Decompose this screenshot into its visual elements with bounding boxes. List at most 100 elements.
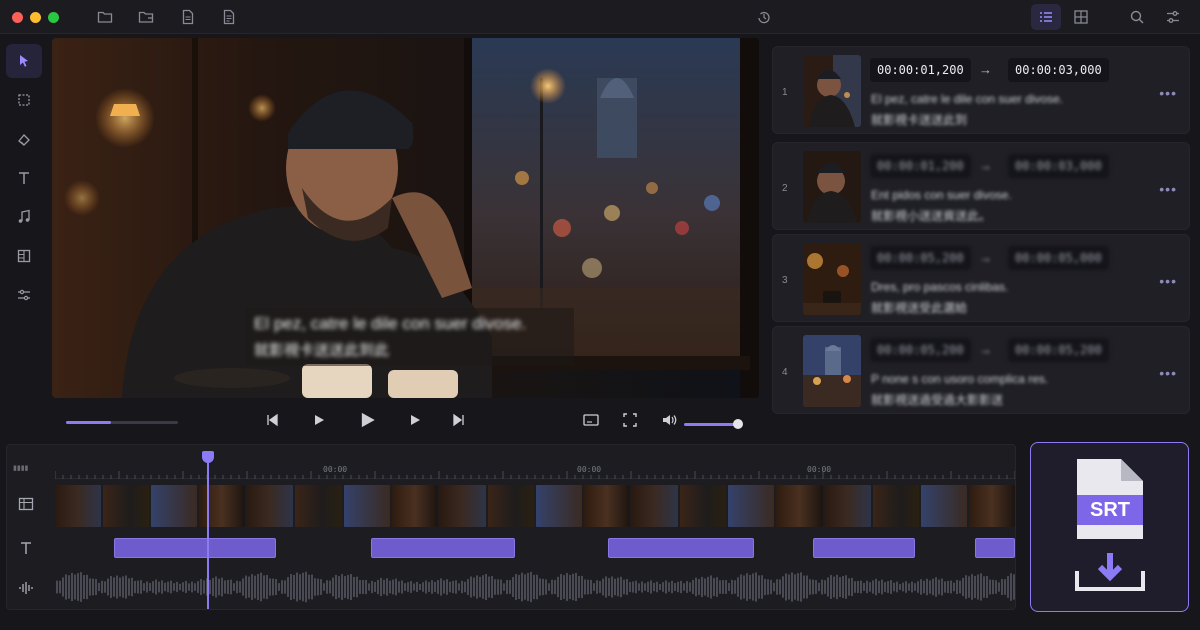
filmstrip-frame bbox=[55, 485, 102, 527]
subtitle-clip[interactable] bbox=[813, 538, 915, 558]
fullscreen-icon[interactable] bbox=[623, 413, 637, 427]
playhead[interactable] bbox=[202, 451, 214, 609]
audio-waveform[interactable] bbox=[55, 567, 1015, 607]
play-icon[interactable] bbox=[358, 411, 376, 429]
maximize-window-button[interactable] bbox=[48, 12, 59, 23]
document-text-icon[interactable] bbox=[221, 9, 237, 25]
select-tool-icon bbox=[20, 55, 28, 67]
text-tool[interactable] bbox=[6, 161, 42, 195]
list-view-icon bbox=[1040, 12, 1052, 22]
subtitle-text-line2[interactable]: 就影視卡送送此到 bbox=[871, 111, 967, 128]
subtitle-text-line1[interactable]: P none s con usoro complica res. bbox=[871, 372, 1048, 386]
video-preview[interactable]: El pez, catre le dile con suer divose. 就… bbox=[52, 38, 759, 398]
playback-progress[interactable] bbox=[66, 421, 178, 424]
subtitle-overlay-line1: El pez, catre le dile con suer divose. bbox=[254, 314, 527, 333]
filmstrip-frame bbox=[391, 485, 438, 527]
grid-view-button[interactable] bbox=[1066, 4, 1096, 30]
more-options-icon[interactable]: ••• bbox=[1159, 181, 1177, 197]
ruler-label: 00:00 bbox=[807, 465, 832, 474]
grid-view-icon bbox=[1074, 10, 1088, 24]
video-filmstrip[interactable] bbox=[55, 485, 1015, 527]
playback-progress-fill bbox=[66, 421, 111, 424]
video-track-button[interactable] bbox=[9, 489, 43, 519]
adjust-button[interactable] bbox=[1158, 4, 1188, 30]
subtitle-end-time[interactable]: 00:00:05,000 bbox=[1008, 246, 1109, 270]
subtitle-start-time[interactable]: 00:00:05,200 bbox=[870, 246, 971, 270]
subtitle-start-time[interactable]: 00:00:01,200 bbox=[870, 154, 971, 178]
step-forward-icon[interactable] bbox=[408, 413, 422, 427]
timeline[interactable]: 00:00 00:00 00:00 ▮▮▮▮ bbox=[6, 444, 1016, 610]
subtitle-text-line2[interactable]: 就影視送受此選給 bbox=[871, 299, 967, 316]
history-icon[interactable] bbox=[756, 9, 772, 25]
subtitle-clip[interactable] bbox=[371, 538, 515, 558]
subtitle-thumbnail bbox=[803, 55, 861, 127]
text-track-icon bbox=[21, 542, 31, 554]
subtitle-text-line1[interactable]: El pez, catre le dile con suer divose. bbox=[871, 92, 1063, 106]
more-options-icon[interactable]: ••• bbox=[1159, 85, 1177, 101]
step-back-icon[interactable] bbox=[312, 413, 326, 427]
subtitle-card[interactable]: 1 00:00:01,200 → 00:00:03,000 El pez, ca… bbox=[772, 46, 1190, 134]
playhead-handle[interactable] bbox=[202, 451, 214, 463]
subtitle-list: 1 00:00:01,200 → 00:00:03,000 El pez, ca… bbox=[772, 46, 1190, 422]
subtitle-start-time[interactable]: 00:00:01,200 bbox=[870, 58, 971, 82]
subtitle-index: 3 bbox=[782, 275, 788, 286]
adjust-icon bbox=[1167, 11, 1179, 23]
subtitle-index: 4 bbox=[782, 367, 788, 378]
search-icon bbox=[1130, 10, 1144, 24]
document-icon[interactable] bbox=[180, 9, 196, 25]
subtitle-index: 2 bbox=[782, 183, 788, 194]
subtitle-card[interactable]: 2 00:00:01,200 → 00:00:03,000 Ent pidos … bbox=[772, 142, 1190, 230]
subtitle-text-line1[interactable]: Ent pidos con suer divose. bbox=[871, 188, 1012, 202]
time-ruler[interactable]: 00:00 00:00 00:00 bbox=[54, 459, 1016, 479]
fill-tool-icon bbox=[18, 134, 30, 146]
export-srt-panel[interactable]: SRT bbox=[1030, 442, 1189, 612]
subtitle-card[interactable]: 4 00:00:05,200 → 00:00:05,200 P none s c… bbox=[772, 326, 1190, 414]
subtitle-end-time[interactable]: 00:00:05,200 bbox=[1008, 338, 1109, 362]
text-tool-icon bbox=[19, 172, 29, 184]
volume-knob[interactable] bbox=[733, 419, 743, 429]
ruler-zoom-icon[interactable]: ▮▮▮▮ bbox=[13, 464, 28, 472]
more-options-icon[interactable]: ••• bbox=[1159, 365, 1177, 381]
subtitle-clip[interactable] bbox=[114, 538, 276, 558]
subtitle-clip[interactable] bbox=[975, 538, 1015, 558]
filmstrip-frame bbox=[680, 485, 727, 527]
skip-back-icon[interactable] bbox=[265, 413, 279, 427]
subtitle-text-line2[interactable]: 就影視送過受過大影影送 bbox=[871, 391, 1003, 408]
audio-track-button[interactable] bbox=[9, 573, 43, 603]
crop-tool-icon bbox=[18, 94, 30, 106]
editor-app: El pez, catre le dile con suer divose. 就… bbox=[0, 0, 1200, 630]
select-tool[interactable] bbox=[6, 44, 42, 78]
filmstrip-frame bbox=[535, 485, 583, 527]
transport-bar bbox=[52, 402, 759, 442]
filmstrip-frame bbox=[584, 485, 631, 527]
folder-open-icon[interactable] bbox=[138, 9, 154, 25]
search-button[interactable] bbox=[1122, 4, 1152, 30]
subtitle-text-line1[interactable]: Dres, pro pascos cinlibas. bbox=[871, 280, 1008, 294]
volume-icon[interactable] bbox=[662, 413, 678, 427]
crop-tool[interactable] bbox=[6, 83, 42, 117]
subtitle-end-time[interactable]: 00:00:03,000 bbox=[1008, 58, 1109, 82]
subtitle-card[interactable]: 3 00:00:05,200 → 00:00:05,000 Dres, pro … bbox=[772, 234, 1190, 322]
subtitle-clip[interactable] bbox=[608, 538, 754, 558]
srt-file-icon bbox=[1075, 459, 1145, 591]
folder-icon[interactable] bbox=[97, 9, 113, 25]
filmstrip-frame bbox=[968, 485, 1015, 527]
music-tool[interactable] bbox=[6, 200, 42, 234]
split-tool[interactable] bbox=[6, 239, 42, 273]
minimize-window-button[interactable] bbox=[30, 12, 41, 23]
subtitle-end-time[interactable]: 00:00:03,000 bbox=[1008, 154, 1109, 178]
split-tool-icon bbox=[17, 249, 31, 263]
text-track-button[interactable] bbox=[9, 533, 43, 563]
close-window-button[interactable] bbox=[12, 12, 23, 23]
filmstrip-frame bbox=[295, 485, 342, 527]
filmstrip-frame bbox=[776, 485, 823, 527]
fill-tool[interactable] bbox=[6, 122, 42, 156]
adjust-tool[interactable] bbox=[6, 278, 42, 312]
more-options-icon[interactable]: ••• bbox=[1159, 273, 1177, 289]
subtitle-start-time[interactable]: 00:00:05,200 bbox=[870, 338, 971, 362]
subtitle-text-line2[interactable]: 就影視小送送資送此。 bbox=[871, 207, 991, 224]
volume-slider[interactable] bbox=[684, 419, 743, 429]
skip-forward-icon[interactable] bbox=[452, 413, 466, 427]
list-view-button[interactable] bbox=[1031, 4, 1061, 30]
captions-icon[interactable] bbox=[583, 413, 599, 427]
